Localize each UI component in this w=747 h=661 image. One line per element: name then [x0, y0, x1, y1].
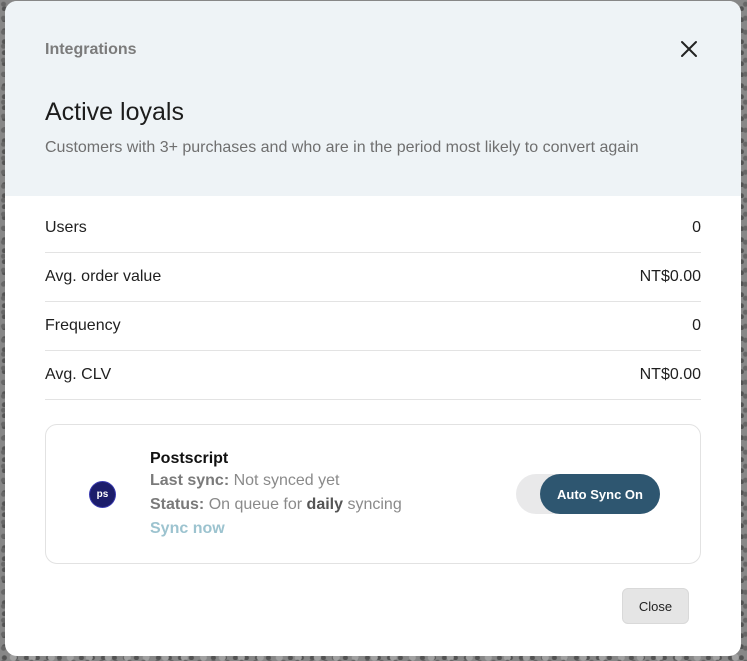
- postscript-logo-icon: ps: [90, 482, 115, 507]
- stat-row-avg-order-value: Avg. order value NT$0.00: [45, 253, 701, 302]
- stat-label: Frequency: [45, 317, 121, 334]
- dialog-header: Integrations Active loyals Customers wit…: [5, 1, 741, 196]
- stat-label: Users: [45, 219, 87, 236]
- stat-value: 0: [692, 219, 701, 236]
- dialog-eyebrow: Integrations: [45, 41, 137, 58]
- stat-row-users: Users 0: [45, 204, 701, 253]
- stat-value: NT$0.00: [639, 268, 701, 285]
- integration-info: Postscript Last sync: Not synced yet Sta…: [150, 449, 402, 541]
- status-suffix: syncing: [347, 496, 402, 513]
- status-label: Status:: [150, 496, 205, 513]
- last-sync-value: Not synced yet: [233, 472, 340, 489]
- status-prefix: On queue for: [208, 496, 303, 513]
- integration-name: Postscript: [150, 450, 229, 467]
- sync-now-link[interactable]: Sync now: [150, 517, 402, 541]
- close-button[interactable]: Close: [622, 588, 689, 624]
- auto-sync-toggle-label: Auto Sync On: [540, 474, 660, 514]
- segment-stats: Users 0 Avg. order value NT$0.00 Frequen…: [45, 204, 701, 400]
- status-frequency: daily: [306, 496, 344, 513]
- segment-description: Customers with 3+ purchases and who are …: [45, 139, 639, 156]
- page-title: Active loyals: [45, 98, 184, 126]
- last-sync-line: Last sync: Not synced yet: [150, 469, 402, 493]
- stat-row-frequency: Frequency 0: [45, 302, 701, 351]
- auto-sync-toggle[interactable]: Auto Sync On: [516, 474, 660, 514]
- last-sync-label: Last sync:: [150, 472, 230, 489]
- integration-card: ps Postscript Last sync: Not synced yet …: [45, 424, 701, 564]
- stat-label: Avg. order value: [45, 268, 162, 285]
- stat-value: NT$0.00: [639, 366, 701, 383]
- status-line: Status: On queue for daily syncing: [150, 493, 402, 517]
- close-icon[interactable]: [677, 37, 701, 61]
- stat-label: Avg. CLV: [45, 366, 112, 383]
- integration-dialog: Integrations Active loyals Customers wit…: [5, 1, 741, 656]
- stat-row-avg-clv: Avg. CLV NT$0.00: [45, 351, 701, 400]
- stat-value: 0: [692, 317, 701, 334]
